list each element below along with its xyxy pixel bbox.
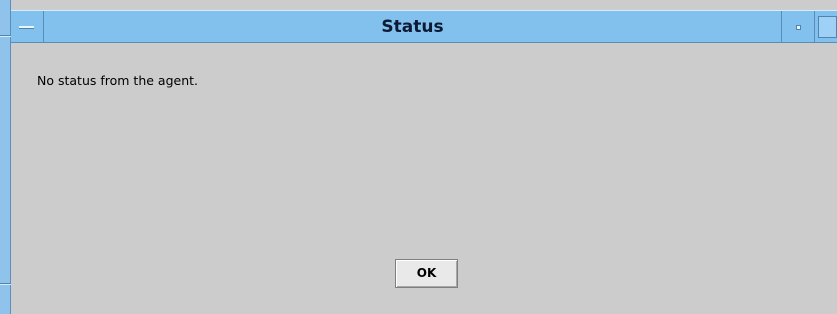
status-dialog: Status No status from the agent. OK — [0, 0, 837, 314]
window-frame-top[interactable] — [11, 0, 837, 10]
dialog-content: No status from the agent. OK — [12, 43, 837, 314]
status-message: No status from the agent. — [37, 73, 198, 88]
window-menu-button[interactable] — [11, 11, 44, 43]
title-bar[interactable]: Status — [11, 10, 837, 43]
window-frame-left[interactable] — [0, 0, 11, 314]
window-title: Status — [381, 17, 444, 37]
window-menu-icon — [19, 26, 34, 29]
frame-notch — [0, 283, 11, 285]
maximize-button[interactable] — [814, 11, 837, 43]
minimize-button[interactable] — [781, 11, 814, 43]
ok-button[interactable]: OK — [395, 259, 458, 288]
maximize-icon — [818, 16, 837, 38]
frame-notch — [0, 35, 11, 37]
minimize-icon — [796, 25, 801, 30]
